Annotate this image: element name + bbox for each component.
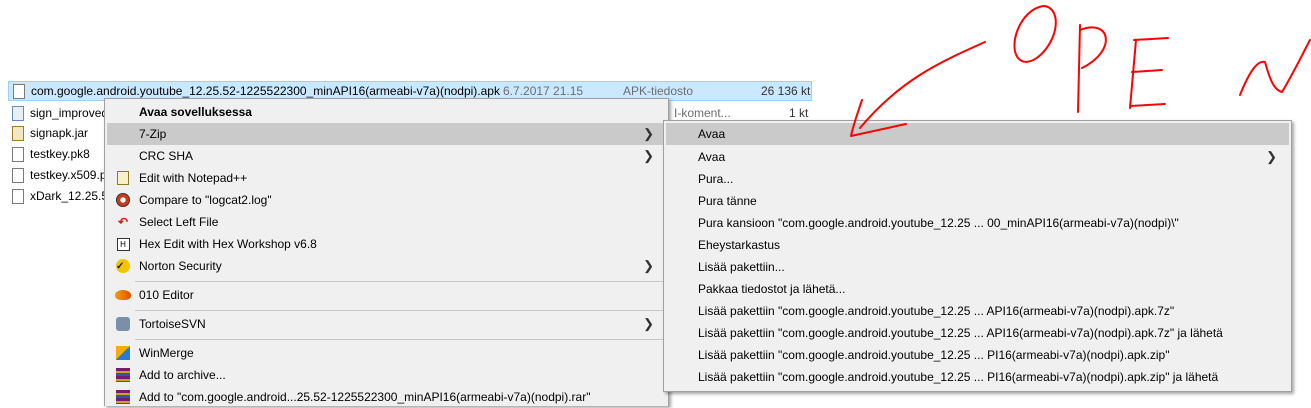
menu-item-label: Edit with Notepad++ (139, 171, 248, 185)
file-icon (12, 146, 24, 162)
select-left-icon: ↶ (117, 215, 129, 229)
menu-item-label: 010 Editor (139, 288, 194, 302)
submenu-item-extract[interactable]: Pura... (666, 168, 1289, 190)
menu-item-7zip[interactable]: 7-Zip ❯ (107, 123, 666, 145)
submenu-item-compress-and-email[interactable]: Pakkaa tiedostot ja lähetä... (666, 278, 1289, 300)
script-file-icon (12, 105, 24, 121)
file-size: 1 kt (789, 106, 809, 120)
notepad-icon (115, 170, 131, 186)
menu-separator (135, 339, 666, 340)
jar-file-icon (12, 125, 24, 141)
annotation-letter-p (1077, 24, 1107, 113)
submenu-item-add-to-7z[interactable]: Lisää pakettiin "com.google.android.yout… (666, 300, 1289, 322)
menu-item-label: Lisää pakettiin "com.google.android.yout… (698, 348, 1170, 362)
submenu-7zip: Avaa Avaa ❯ Pura... Pura tänne Pura kans… (663, 120, 1292, 392)
submenu-item-open[interactable]: Avaa (666, 123, 1289, 145)
menu-item-label: Eheystarkastus (698, 238, 781, 252)
menu-item-label: Select Left File (139, 215, 219, 229)
menu-item-hex-edit[interactable]: H Hex Edit with Hex Workshop v6.8 (107, 233, 666, 255)
menu-separator (135, 281, 666, 282)
menu-item-add-to-rar[interactable]: Add to "com.google.android...25.52-12255… (107, 386, 666, 408)
file-name: testkey.pk8 (30, 147, 90, 161)
file-name: com.google.android.youtube_12.25.52-1225… (31, 84, 500, 98)
menu-item-label: Compare to "logcat2.log" (139, 193, 272, 207)
chevron-right-icon: ❯ (643, 126, 654, 141)
menu-item-winmerge[interactable]: WinMerge (107, 342, 666, 364)
annotation-arrow-shaft (859, 41, 986, 129)
annotation-letter-o (1013, 5, 1057, 63)
file-date: 6.7.2017 21.15 (503, 84, 584, 98)
compare-icon (115, 192, 131, 208)
annotation-letter-e (1129, 37, 1169, 109)
menu-item-norton[interactable]: ✓ Norton Security ❯ (107, 255, 666, 277)
norton-icon: ✓ (115, 258, 131, 274)
winrar-icon (115, 389, 131, 405)
menu-item-label: 7-Zip (139, 127, 167, 141)
menu-item-label: Avaa sovelluksessa (139, 105, 252, 119)
menu-separator (135, 310, 666, 311)
menu-item-label: Norton Security (139, 259, 222, 273)
submenu-item-extract-to-folder[interactable]: Pura kansioon "com.google.android.youtub… (666, 212, 1289, 234)
menu-item-label: Lisää pakettiin "com.google.android.yout… (698, 304, 1175, 318)
menu-item-label: Lisää pakettiin... (698, 260, 785, 274)
file-name: signapk.jar (30, 126, 89, 140)
file-icon (12, 167, 24, 183)
submenu-item-add-to-zip[interactable]: Lisää pakettiin "com.google.android.yout… (666, 344, 1289, 366)
menu-item-010-editor[interactable]: 010 Editor (107, 284, 666, 306)
file-icon (12, 188, 24, 204)
submenu-item-extract-here[interactable]: Pura tänne (666, 190, 1289, 212)
menu-item-label: TortoiseSVN (139, 317, 206, 331)
menu-item-label: CRC SHA (139, 149, 194, 163)
menu-item-label: Add to archive... (139, 368, 226, 382)
menu-item-select-left[interactable]: ↶ Select Left File (107, 211, 666, 233)
menu-item-label: Lisää pakettiin "com.google.android.yout… (698, 370, 1219, 384)
tortoisesvn-icon (115, 316, 131, 332)
submenu-item-test-archive[interactable]: Eheystarkastus (666, 234, 1289, 256)
file-name: testkey.x509.p (30, 168, 107, 182)
submenu-item-add-to-7z-and-email[interactable]: Lisää pakettiin "com.google.android.yout… (666, 322, 1289, 344)
menu-item-crc-sha[interactable]: CRC SHA ❯ (107, 145, 666, 167)
menu-item-label: WinMerge (139, 346, 194, 360)
file-name: sign_improved (30, 106, 109, 120)
menu-item-compare[interactable]: Compare to "logcat2.log" (107, 189, 666, 211)
menu-item-notepadpp[interactable]: Edit with Notepad++ (107, 167, 666, 189)
submenu-item-add-to-zip-and-email[interactable]: Lisää pakettiin "com.google.android.yout… (666, 366, 1289, 388)
winrar-icon (115, 367, 131, 383)
file-name: xDark_12.25.52 (30, 189, 115, 203)
submenu-item-add-to-archive[interactable]: Lisää pakettiin... (666, 256, 1289, 278)
chevron-right-icon: ❯ (643, 258, 654, 273)
menu-item-label: Pura tänne (698, 194, 757, 208)
menu-item-label: Pura kansioon "com.google.android.youtub… (698, 216, 1179, 230)
file-type: I-koment... (674, 106, 731, 120)
menu-item-label: Avaa (698, 150, 726, 164)
annotation-letter-n (1239, 39, 1311, 96)
context-menu: Avaa sovelluksessa 7-Zip ❯ CRC SHA ❯ Edi… (104, 98, 669, 406)
winmerge-icon (115, 345, 131, 361)
file-size: 26 136 kt (761, 84, 811, 98)
menu-item-open-with[interactable]: Avaa sovelluksessa (107, 101, 666, 123)
menu-item-label: Lisää pakettiin "com.google.android.yout… (698, 326, 1223, 340)
menu-item-label: Add to "com.google.android...25.52-12255… (139, 390, 591, 404)
010-editor-icon (115, 287, 131, 303)
chevron-right-icon: ❯ (643, 148, 654, 163)
file-type: APK-tiedosto (623, 84, 694, 98)
menu-item-tortoisesvn[interactable]: TortoiseSVN ❯ (107, 313, 666, 335)
menu-item-label: Pakkaa tiedostot ja lähetä... (698, 282, 846, 296)
menu-item-label: Hex Edit with Hex Workshop v6.8 (139, 237, 317, 251)
submenu-item-open-as[interactable]: Avaa ❯ (666, 146, 1289, 168)
apk-file-icon (13, 83, 25, 99)
chevron-right-icon: ❯ (643, 316, 654, 331)
chevron-right-icon: ❯ (1266, 149, 1277, 164)
menu-item-add-to-archive[interactable]: Add to archive... (107, 364, 666, 386)
hex-workshop-icon: H (115, 236, 131, 252)
menu-item-label: Pura... (698, 172, 734, 186)
menu-item-label: Avaa (698, 127, 726, 141)
